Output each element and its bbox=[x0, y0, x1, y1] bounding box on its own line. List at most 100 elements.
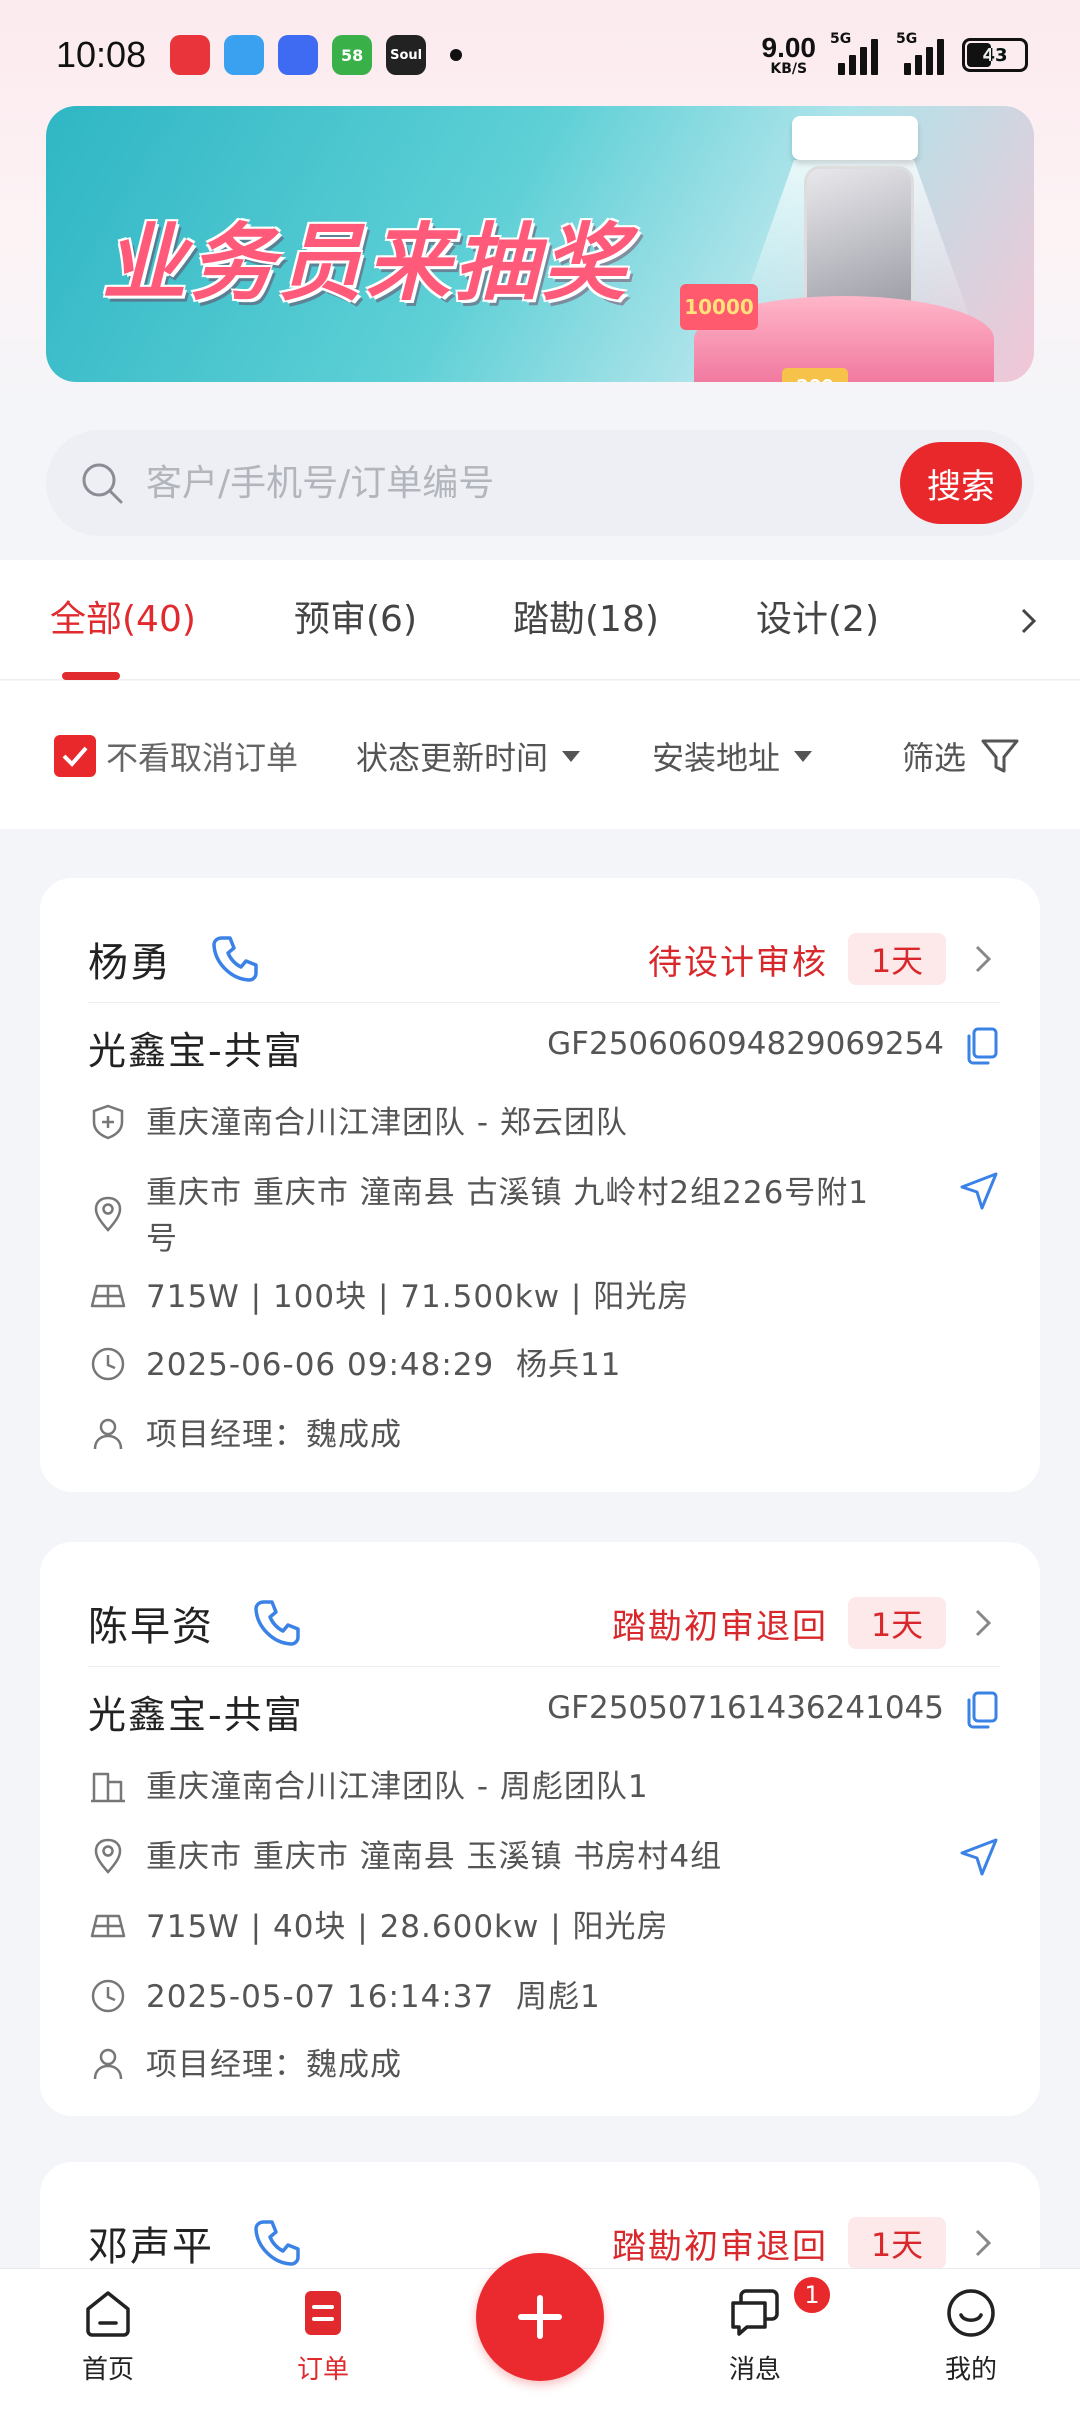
navigation-arrow-icon[interactable] bbox=[958, 1170, 1000, 1212]
battery-icon: 43 bbox=[962, 38, 1028, 72]
time-row: 2025-05-07 16:14:37 周彪1 bbox=[88, 1974, 1000, 2020]
chevron-right-icon[interactable] bbox=[966, 939, 1000, 979]
install-address-filter[interactable]: 安装地址 bbox=[652, 733, 813, 779]
product-company: 光鑫宝-共富 bbox=[88, 1693, 304, 1737]
search-icon bbox=[82, 463, 123, 504]
tab-all[interactable]: 全部(40) bbox=[50, 580, 196, 660]
bottom-navigation: 首页 订单 消息 1 我的 bbox=[0, 2253, 1080, 2412]
customer-name: 陈早资 bbox=[88, 1604, 214, 1650]
solar-panel-icon bbox=[90, 1914, 126, 1938]
team-row: 重庆潼南合川江津团队 - 郑云团队 bbox=[88, 1100, 1000, 1146]
tab-design[interactable]: 设计(2) bbox=[756, 580, 879, 660]
phone-icon[interactable] bbox=[208, 932, 262, 986]
check-icon bbox=[62, 746, 88, 767]
promo-banner[interactable]: 业务员来抽奖 10000 200 bbox=[46, 106, 1034, 382]
team-text: 重庆潼南合川江津团队 - 郑云团队 bbox=[146, 1105, 628, 1141]
message-count-badge: 1 bbox=[792, 2275, 832, 2315]
coupon-image-2: 200 bbox=[782, 368, 848, 382]
smile-icon bbox=[947, 2289, 995, 2337]
phone-prize-image bbox=[804, 166, 914, 314]
manager-text: 项目经理：魏成成 bbox=[146, 2047, 402, 2083]
sort-by-status-time[interactable]: 状态更新时间 bbox=[356, 733, 581, 779]
order-code: GF250606094829069254 bbox=[547, 1026, 944, 1062]
order-code: GF250507161436241045 bbox=[547, 1690, 944, 1726]
status-app-icons: 58 Soul bbox=[170, 35, 463, 75]
person-icon bbox=[93, 1418, 123, 1450]
caret-down-icon bbox=[562, 750, 581, 762]
feishu-icon bbox=[224, 35, 265, 75]
chevron-right-icon[interactable] bbox=[966, 2223, 1000, 2263]
spec-row: 715W | 100块 | 71.500kw | 阳光房 bbox=[88, 1274, 1000, 1320]
add-order-button[interactable] bbox=[476, 2253, 604, 2381]
order-card[interactable]: 杨勇 待设计审核 1天 光鑫宝-共富 GF250606094829069254 … bbox=[40, 878, 1040, 1492]
nav-profile[interactable]: 我的 bbox=[911, 2283, 1031, 2386]
order-status: 踏勘初审退回 bbox=[612, 1606, 828, 1647]
58-app-icon: 58 bbox=[332, 35, 373, 75]
person-icon bbox=[93, 2048, 123, 2080]
search-bar: 搜索 bbox=[46, 430, 1034, 536]
air-conditioner-image bbox=[792, 116, 918, 160]
filter-icon bbox=[981, 739, 1019, 773]
coupon-image: 10000 bbox=[680, 284, 758, 330]
active-tab-indicator bbox=[62, 672, 120, 680]
spec-text: 715W | 40块 | 28.600kw | 阳光房 bbox=[146, 1909, 669, 1945]
nav-orders[interactable]: 订单 bbox=[263, 2283, 383, 2386]
address-line-1: 重庆市 重庆市 潼南县 玉溪镇 书房村4组 bbox=[146, 1839, 723, 1875]
time-text: 2025-05-07 16:14:37 周彪1 bbox=[146, 1979, 601, 2015]
customer-name: 邓声平 bbox=[88, 2224, 214, 2270]
status-time: 10:08 bbox=[56, 34, 147, 75]
location-pin-icon bbox=[94, 1196, 122, 1232]
notification-dot-icon bbox=[450, 49, 463, 61]
filter-button[interactable]: 筛选 bbox=[902, 733, 1020, 779]
phone-icon[interactable] bbox=[250, 2216, 304, 2270]
location-pin-icon bbox=[94, 1838, 122, 1874]
net-speed: 9.00 KB/S bbox=[761, 32, 817, 77]
nav-home[interactable]: 首页 bbox=[48, 2283, 168, 2386]
spec-row: 715W | 40块 | 28.600kw | 阳光房 bbox=[88, 1904, 1000, 1950]
plus-icon bbox=[518, 2295, 562, 2339]
team-row: 重庆潼南合川江津团队 - 周彪团队1 bbox=[88, 1764, 1000, 1810]
days-badge: 1天 bbox=[848, 1597, 946, 1649]
clock-icon bbox=[91, 1979, 125, 2013]
signal-icon: 5G bbox=[830, 31, 882, 75]
tab-survey[interactable]: 踏勘(18) bbox=[513, 580, 659, 660]
order-status: 待设计审核 bbox=[648, 942, 828, 983]
blue-app-icon bbox=[278, 35, 319, 75]
status-bar: 10:08 58 Soul 9.00 KB/S 5G 5G 43 bbox=[0, 0, 1080, 110]
solar-panel-icon bbox=[90, 1284, 126, 1308]
filter-bar: 不看取消订单 状态更新时间 安装地址 筛选 bbox=[0, 681, 1080, 829]
message-icon bbox=[731, 2289, 779, 2336]
address-row: 重庆市 重庆市 潼南县 古溪镇 九岭村2组226号附1 号 bbox=[88, 1170, 930, 1262]
chevron-right-icon[interactable] bbox=[966, 1603, 1000, 1643]
navigation-arrow-icon[interactable] bbox=[958, 1836, 1000, 1878]
soul-app-icon: Soul bbox=[386, 35, 427, 75]
manager-text: 项目经理：魏成成 bbox=[146, 1417, 402, 1453]
order-card[interactable]: 陈早资 踏勘初审退回 1天 光鑫宝-共富 GF25050716143624104… bbox=[40, 1542, 1040, 2116]
copy-icon[interactable] bbox=[964, 1690, 1000, 1730]
address-row: 重庆市 重庆市 潼南县 玉溪镇 书房村4组 bbox=[88, 1834, 930, 1880]
address-line-1: 重庆市 重庆市 潼南县 古溪镇 九岭村2组226号附1 bbox=[146, 1175, 870, 1211]
clock-icon bbox=[91, 1347, 125, 1381]
hide-cancelled-label[interactable]: 不看取消订单 bbox=[106, 733, 298, 779]
red-app-icon bbox=[170, 35, 211, 75]
phone-icon[interactable] bbox=[250, 1596, 304, 1650]
copy-icon[interactable] bbox=[964, 1026, 1000, 1066]
manager-row: 项目经理：魏成成 bbox=[88, 1412, 1000, 1458]
orders-icon bbox=[305, 2291, 341, 2335]
signal-icon-2: 5G bbox=[896, 31, 948, 75]
spec-text: 715W | 100块 | 71.500kw | 阳光房 bbox=[146, 1279, 690, 1315]
customer-name: 杨勇 bbox=[88, 940, 172, 986]
caret-down-icon bbox=[794, 750, 813, 762]
manager-row: 项目经理：魏成成 bbox=[88, 2042, 1000, 2088]
days-badge: 1天 bbox=[848, 2217, 946, 2269]
search-button[interactable]: 搜索 bbox=[900, 442, 1022, 524]
shield-icon bbox=[92, 1104, 124, 1140]
building-icon bbox=[91, 1772, 125, 1803]
hide-cancelled-checkbox[interactable] bbox=[54, 735, 96, 777]
address-line-2: 号 bbox=[146, 1221, 178, 1257]
time-row: 2025-06-06 09:48:29 杨兵11 bbox=[88, 1342, 1000, 1388]
tab-pre-review[interactable]: 预审(6) bbox=[294, 580, 417, 660]
team-text: 重庆潼南合川江津团队 - 周彪团队1 bbox=[146, 1769, 649, 1805]
search-input[interactable] bbox=[146, 462, 900, 504]
tabs-more-chevron-icon[interactable] bbox=[1004, 596, 1054, 646]
